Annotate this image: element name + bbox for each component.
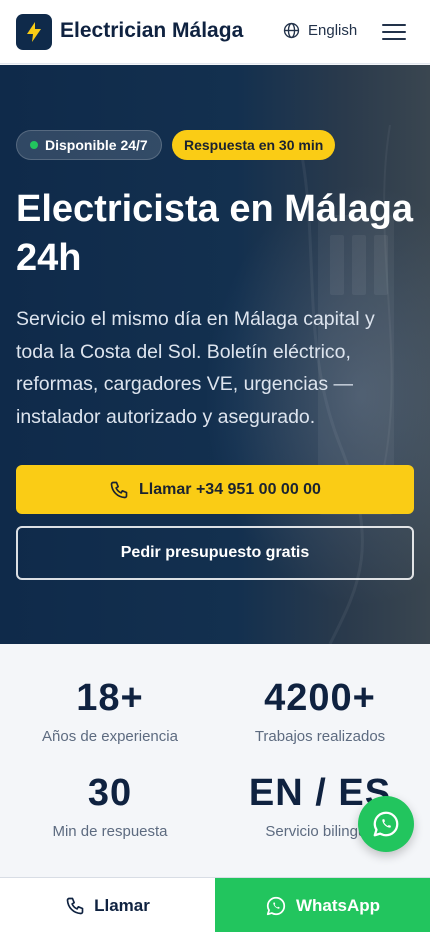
whatsapp-icon xyxy=(373,811,399,837)
call-phone-button[interactable]: Llamar +34 951 00 00 00 xyxy=(16,465,414,514)
bottom-action-bar: Llamar WhatsApp xyxy=(0,877,430,932)
stat-response-time: 30 Min de respuesta xyxy=(10,771,210,840)
bottom-whatsapp-label: WhatsApp xyxy=(295,895,381,915)
stat-label: Trabajos realizados xyxy=(254,728,386,745)
stat-value: 18+ xyxy=(76,677,144,719)
hero-section: Disponible 24/7 Respuesta en 30 min Elec… xyxy=(0,65,430,644)
stat-value: 4200+ xyxy=(264,677,376,719)
phone-icon xyxy=(66,897,84,914)
menu-button[interactable] xyxy=(382,20,406,44)
stat-label: Min de respuesta xyxy=(52,823,168,840)
hamburger-menu-icon xyxy=(382,24,406,40)
bottom-call-label: Llamar xyxy=(94,895,150,915)
stat-label: Años de experiencia xyxy=(42,728,178,745)
stat-jobs: 4200+ Trabajos realizados xyxy=(220,676,420,745)
language-switcher[interactable]: English xyxy=(283,22,357,39)
free-quote-button[interactable]: Pedir presupuesto gratis xyxy=(16,526,414,580)
brand-name[interactable]: Electrician Málaga xyxy=(60,19,243,43)
availability-label: Disponible 24/7 xyxy=(45,137,148,153)
phone-icon xyxy=(110,481,128,498)
whatsapp-icon xyxy=(266,896,286,915)
call-phone-label: Llamar +34 951 00 00 00 xyxy=(139,480,321,498)
status-dot xyxy=(30,141,38,149)
bottom-call-button[interactable]: Llamar xyxy=(0,878,215,932)
hero-subtitle: Servicio el mismo día en Málaga capital … xyxy=(16,308,375,428)
stats-section: 18+ Años de experiencia 4200+ Trabajos r… xyxy=(0,644,430,884)
bottom-whatsapp-button[interactable]: WhatsApp xyxy=(215,878,430,932)
language-label: English xyxy=(308,22,358,39)
stat-experience: 18+ Años de experiencia xyxy=(10,676,210,745)
stat-value: 30 xyxy=(87,772,133,814)
site-header: Electrician Málaga English xyxy=(0,0,430,64)
response-time-badge: Respuesta en 30 min xyxy=(172,130,336,160)
bolt-icon xyxy=(27,22,41,42)
whatsapp-floating-button[interactable] xyxy=(358,796,414,852)
globe-icon xyxy=(283,22,300,39)
availability-badge: Disponible 24/7 xyxy=(16,130,162,160)
hero-title: Electricista en Málaga 24h xyxy=(16,188,414,279)
logo[interactable] xyxy=(16,14,52,50)
